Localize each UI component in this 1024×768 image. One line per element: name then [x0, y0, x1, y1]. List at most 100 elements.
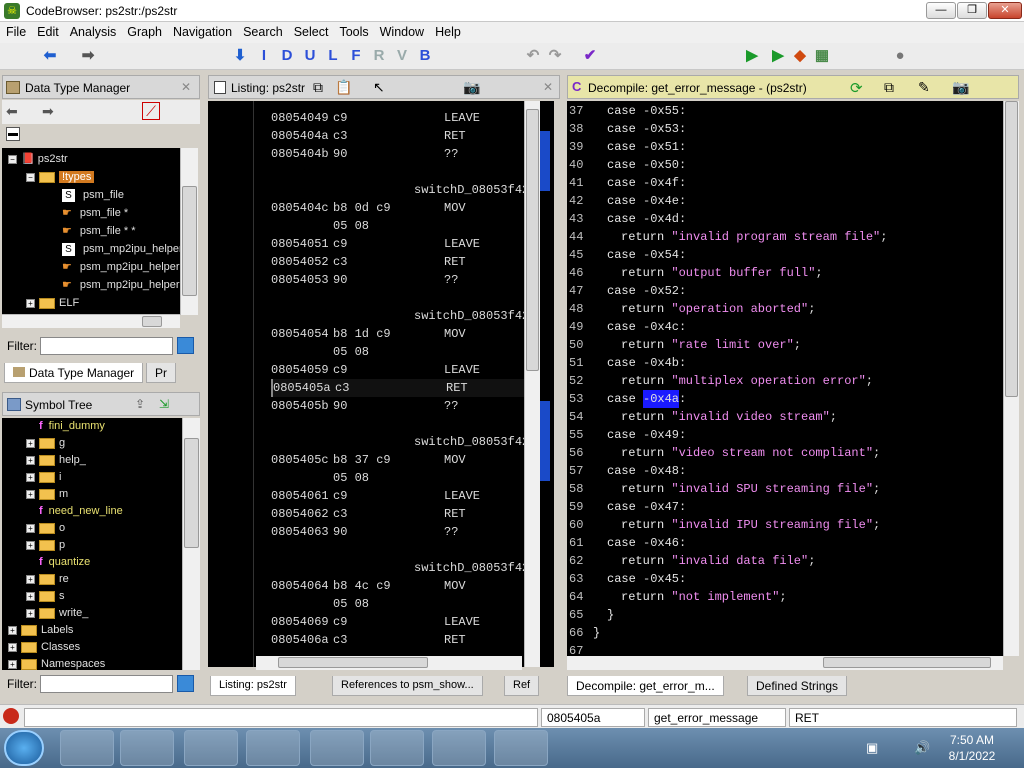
- listing-label[interactable]: switchD_08053f42: [414, 559, 524, 577]
- decompile-line[interactable]: 52 return "multiplex operation error";: [569, 372, 999, 390]
- decompile-line[interactable]: 50 return "rate limit over";: [569, 336, 999, 354]
- explorer-icon[interactable]: [60, 730, 114, 766]
- expand-icon[interactable]: +: [8, 642, 17, 652]
- copy-icon[interactable]: ⧉: [884, 79, 894, 96]
- menu-tools[interactable]: Tools: [333, 22, 373, 39]
- decompile-line[interactable]: 55 case -0x49:: [569, 426, 999, 444]
- decompile-line[interactable]: 42 case -0x4e:: [569, 192, 999, 210]
- toolbar-letter-b[interactable]: B: [417, 47, 433, 65]
- listing-label[interactable]: switchD_08053f42: [414, 181, 524, 199]
- listing-row[interactable]: 08054052 c3 RET: [271, 253, 524, 271]
- listing-row[interactable]: [271, 163, 524, 181]
- symbol-tree-item[interactable]: f fini_dummy: [26, 418, 105, 435]
- tab-references-2[interactable]: Ref: [504, 676, 540, 696]
- symbol-tree-item[interactable]: + Namespaces: [8, 656, 105, 673]
- symbol-tree-item[interactable]: + i: [26, 469, 61, 486]
- decompile-line[interactable]: 48 return "operation aborted";: [569, 300, 999, 318]
- symbol-tree-item[interactable]: + write_: [26, 605, 88, 622]
- symbol-tree-item[interactable]: + Labels: [8, 622, 73, 639]
- decompile-vscroll[interactable]: [1003, 101, 1019, 656]
- decompile-line[interactable]: 61 case -0x46:: [569, 534, 999, 552]
- listing-row[interactable]: 0805404b 90??: [271, 145, 524, 163]
- symbol-tree-item[interactable]: + s: [26, 588, 65, 605]
- tree-node-pointer[interactable]: ☛ psm_file *: [62, 205, 128, 222]
- snapshot-icon[interactable]: 📷: [463, 79, 480, 96]
- toolbar-letter-u[interactable]: U: [302, 47, 318, 65]
- run-icon[interactable]: ▶: [744, 47, 760, 65]
- minimize-button[interactable]: —: [926, 2, 956, 19]
- listing-view[interactable]: 08054049 c9 LEAVE 0805404a c3 RET 0805404b 90??…: [208, 101, 524, 667]
- menu-search[interactable]: Search: [237, 22, 288, 39]
- listing-label[interactable]: switchD_08053f42: [414, 307, 524, 325]
- maximize-button[interactable]: ❐: [957, 2, 987, 19]
- symbol-tree-item[interactable]: + o: [26, 520, 65, 537]
- decompile-hscroll[interactable]: [567, 656, 1003, 670]
- listing-row[interactable]: 08054064 b8 4c c9 MOV: [271, 577, 524, 595]
- listing-row[interactable]: 08054054 b8 1d c9 MOV: [271, 325, 524, 343]
- dtm-forward-icon[interactable]: ➡: [42, 103, 54, 120]
- menu-graph[interactable]: Graph: [121, 22, 167, 39]
- symbol-tree-item[interactable]: + g: [26, 435, 65, 452]
- tab-decompile[interactable]: Decompile: get_error_m...: [567, 676, 724, 696]
- diamond-icon[interactable]: ◆: [792, 47, 808, 65]
- dtm-close-icon[interactable]: ✕: [181, 80, 191, 94]
- menu-help[interactable]: Help: [429, 22, 466, 39]
- toolbar-letter-f[interactable]: F: [348, 47, 364, 65]
- decompile-line[interactable]: 66}: [569, 624, 999, 642]
- listing-vscroll[interactable]: [524, 101, 540, 667]
- listing-row[interactable]: 08054049 c9 LEAVE: [271, 109, 524, 127]
- listing-row[interactable]: 0805404a c3 RET: [271, 127, 524, 145]
- listing-row[interactable]: 08054061 c9 LEAVE: [271, 487, 524, 505]
- tree-node-pointer[interactable]: ☛ psm_mp2ipu_helper: [62, 259, 180, 276]
- menu-analysis[interactable]: Analysis: [64, 22, 122, 39]
- media-player-icon[interactable]: [120, 730, 174, 766]
- down-arrow-icon[interactable]: ⬇: [232, 47, 248, 65]
- toolbar-letter-i[interactable]: I: [256, 47, 272, 65]
- symtree-export-icon[interactable]: ⇪: [135, 397, 145, 411]
- listing-row[interactable]: 0805404c b8 0d c9 MOV: [271, 199, 524, 217]
- listing-row[interactable]: 05 08: [271, 469, 524, 487]
- listing-row[interactable]: 05 08: [271, 217, 524, 235]
- decompile-line[interactable]: 62 return "invalid data file";: [569, 552, 999, 570]
- listing-hscroll[interactable]: [256, 656, 522, 670]
- symbol-tree-item[interactable]: + p: [26, 537, 65, 554]
- clock-time[interactable]: 7:50 AM: [946, 733, 998, 747]
- listing-overview-bar[interactable]: [540, 101, 554, 667]
- tray-volume-icon[interactable]: 🔊: [914, 740, 930, 756]
- dtm-vscroll[interactable]: [180, 148, 198, 315]
- dtm-collapse-icon[interactable]: ▬: [6, 127, 20, 141]
- listing-row[interactable]: 05 08: [271, 343, 524, 361]
- cursor-icon[interactable]: ↖: [373, 79, 385, 96]
- decompile-line[interactable]: 54 return "invalid video stream";: [569, 408, 999, 426]
- decompile-line[interactable]: 53 case -0x4a:: [569, 390, 999, 408]
- decompile-line[interactable]: 67: [569, 642, 999, 656]
- listing-row[interactable]: [271, 289, 524, 307]
- collapse-icon[interactable]: −: [26, 172, 35, 182]
- expand-icon[interactable]: +: [26, 591, 35, 601]
- decompile-line[interactable]: 63 case -0x45:: [569, 570, 999, 588]
- expand-icon[interactable]: +: [26, 523, 35, 533]
- listing-row[interactable]: 08054062 c3 RET: [271, 505, 524, 523]
- close-button[interactable]: ✕: [988, 2, 1022, 19]
- symbol-tree-item[interactable]: f quantize: [26, 554, 90, 571]
- tree-node-struct[interactable]: Spsm_file: [62, 187, 124, 204]
- scroll-thumb[interactable]: [184, 438, 199, 548]
- decompile-line[interactable]: 56 return "video stream not compliant";: [569, 444, 999, 462]
- expand-icon[interactable]: +: [26, 298, 35, 308]
- notepad-icon[interactable]: [370, 730, 424, 766]
- listing-row[interactable]: 0805405a c3 RET: [271, 379, 524, 397]
- expand-icon[interactable]: +: [26, 438, 35, 448]
- copy-icon[interactable]: ⧉: [313, 79, 323, 96]
- scroll-thumb[interactable]: [526, 109, 539, 371]
- menu-file[interactable]: File: [0, 22, 31, 39]
- expand-icon[interactable]: +: [26, 472, 35, 482]
- decompile-line[interactable]: 58 return "invalid SPU streaming file";: [569, 480, 999, 498]
- tray-network-icon[interactable]: ▣: [866, 740, 878, 756]
- terminal-icon[interactable]: [432, 730, 486, 766]
- expand-icon[interactable]: +: [26, 608, 35, 618]
- listing-row[interactable]: 0805406a c3 RET: [271, 631, 524, 649]
- 7zip-icon[interactable]: [246, 730, 300, 766]
- symbol-tree-item[interactable]: + Classes: [8, 639, 80, 656]
- tree-node-pointer[interactable]: ☛ psm_file * *: [62, 223, 136, 240]
- listing-row[interactable]: 05 08: [271, 595, 524, 613]
